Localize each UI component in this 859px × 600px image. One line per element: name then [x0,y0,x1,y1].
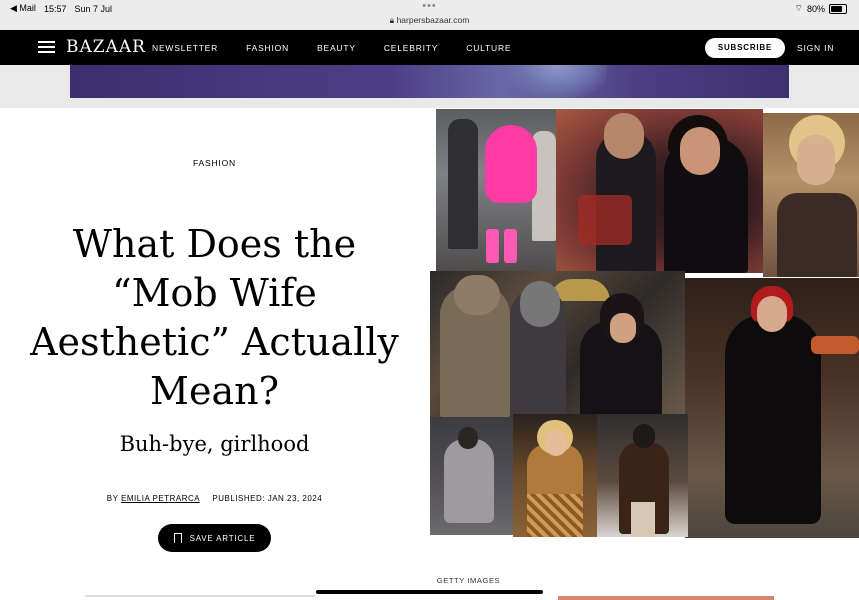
byline-prefix: BY [106,494,119,503]
wifi-icon: ⌔ [794,3,803,13]
lock-icon: 🔒︎ [389,15,395,25]
divider [85,595,315,597]
ad-banner [0,65,859,108]
collage-photo-dinner-couple [556,109,763,273]
figure-shape [631,502,655,537]
figure-shape [680,127,720,175]
collage-photo-black-fur-coat [685,278,859,538]
collage-photo-outdoor-drinks [430,271,685,417]
ad-image[interactable] [70,65,789,98]
subscribe-button[interactable]: SUBSCRIBE [705,38,785,58]
image-credit: GETTY IMAGES [436,576,501,585]
battery-icon [829,3,847,14]
nav-link-fashion[interactable]: FASHION [246,43,289,53]
bookmark-icon [173,533,182,546]
figure-shape [725,314,821,524]
figure-shape [633,424,655,448]
nav-link-newsletter[interactable]: NEWSLETTER [152,43,218,53]
site-nav: BAZAAR NEWSLETTER FASHION BEAUTY CELEBRI… [0,30,859,65]
figure-shape [485,125,537,203]
publish-date: PUBLISHED: JAN 23, 2024 [212,494,323,503]
url-bar[interactable]: 🔒︎ harpersbazaar.com [0,15,859,26]
figure-shape [444,439,494,523]
figure-shape [545,430,567,456]
url-text: harpersbazaar.com [396,15,470,25]
collage-photo-grey-fur [430,417,513,535]
figure-shape [520,281,560,327]
save-article-button[interactable]: SAVE ARTICLE [158,524,271,552]
figure-shape [504,229,517,263]
site-logo[interactable]: BAZAAR [66,37,146,57]
nav-link-culture[interactable]: CULTURE [466,43,511,53]
home-indicator[interactable] [316,590,543,594]
figure-shape [604,113,644,159]
nav-link-celebrity[interactable]: CELEBRITY [384,43,438,53]
collage-photo-tiger-print [513,414,597,537]
menu-icon[interactable] [38,40,55,55]
nav-links: NEWSLETTER FASHION BEAUTY CELEBRITY CULT… [152,43,539,53]
save-article-label: SAVE ARTICLE [189,533,256,543]
figure-shape [486,229,499,263]
figure-shape [797,135,835,185]
figure-shape [454,275,500,315]
article-dek: Buh-bye, girlhood [119,432,310,456]
figure-shape [811,336,859,354]
article-category[interactable]: FASHION [0,158,429,168]
figure-shape [458,427,478,449]
author-link[interactable]: EMILIA PETRARCA [121,494,200,503]
figure-shape [757,296,787,332]
figure-shape [777,193,857,277]
collage-photo-pink-fur [436,109,556,271]
nav-link-beauty[interactable]: BEAUTY [317,43,356,53]
multitasking-dots-icon[interactable]: ••• [0,0,859,12]
figure-shape [527,494,583,537]
collage-photo-brown-coat [597,414,688,537]
figure-shape [448,119,478,249]
battery-percent: 80% [806,3,825,14]
next-image-edge [558,596,774,600]
article-title: What Does the “Mob Wife Aesthetic” Actua… [30,222,399,413]
figure-shape [578,195,632,245]
figure-shape [610,313,636,343]
byline: BY EMILIA PETRARCA PUBLISHED: JAN 23, 20… [0,494,429,503]
sign-in-link[interactable]: SIGN IN [797,43,834,53]
ios-status-bar: ◀ Mail 15:57 Sun 7 Jul ••• 🔒︎ harpersbaz… [0,0,859,30]
collage-photo-blonde-woman [763,113,859,277]
status-right: ⌔ 80% [795,3,847,14]
